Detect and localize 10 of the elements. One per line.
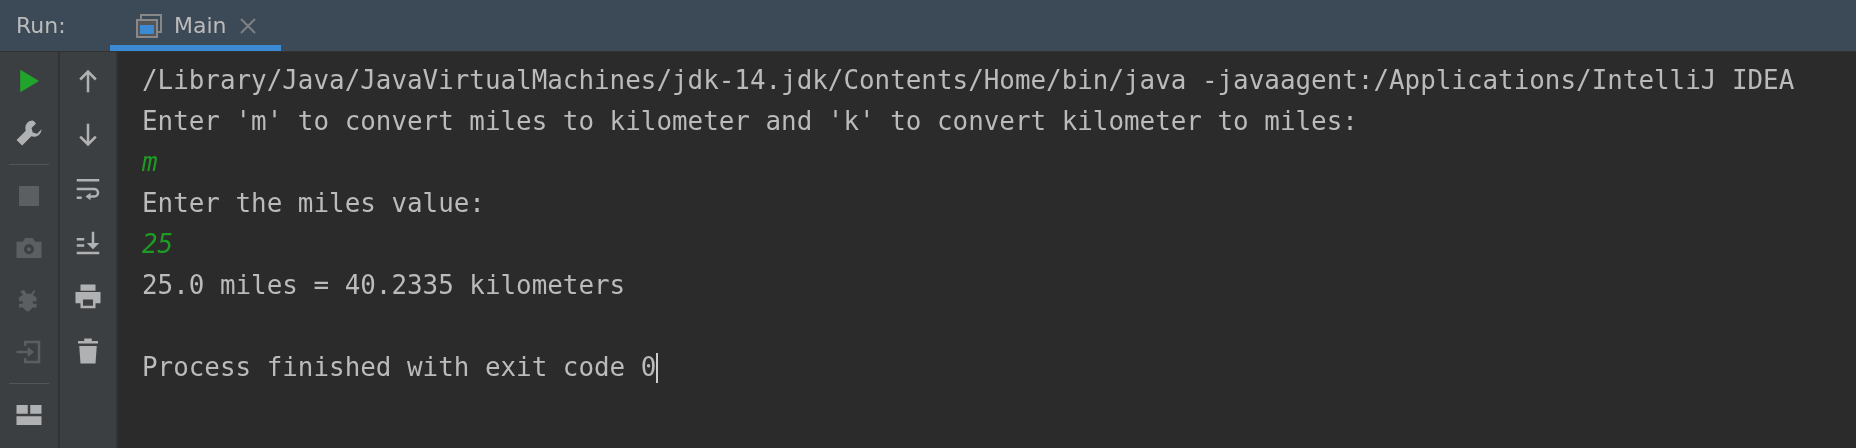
console-output-text: Process finished with exit code 0 xyxy=(142,351,657,384)
console-output-text: Enter the miles value: xyxy=(142,187,485,220)
user-input-text: 25 xyxy=(142,228,174,261)
console-output-text: 25.0 miles = 40.2335 kilometers xyxy=(142,269,626,302)
console-window-icon xyxy=(136,13,162,38)
console-output-text: Enter 'm' to convert miles to kilometer and 'k' to convert kilometer to miles: xyxy=(142,105,1358,138)
user-input-text: m xyxy=(142,146,158,179)
console-output-text: /Library/Java/JavaVirtualMachines/jdk-14.jdk/Contents/Home/bin/java -javaagent:/Applications/IntelliJ IDEA xyxy=(142,64,1795,97)
wrench-icon[interactable] xyxy=(14,118,44,148)
run-label: Run: xyxy=(15,12,67,40)
